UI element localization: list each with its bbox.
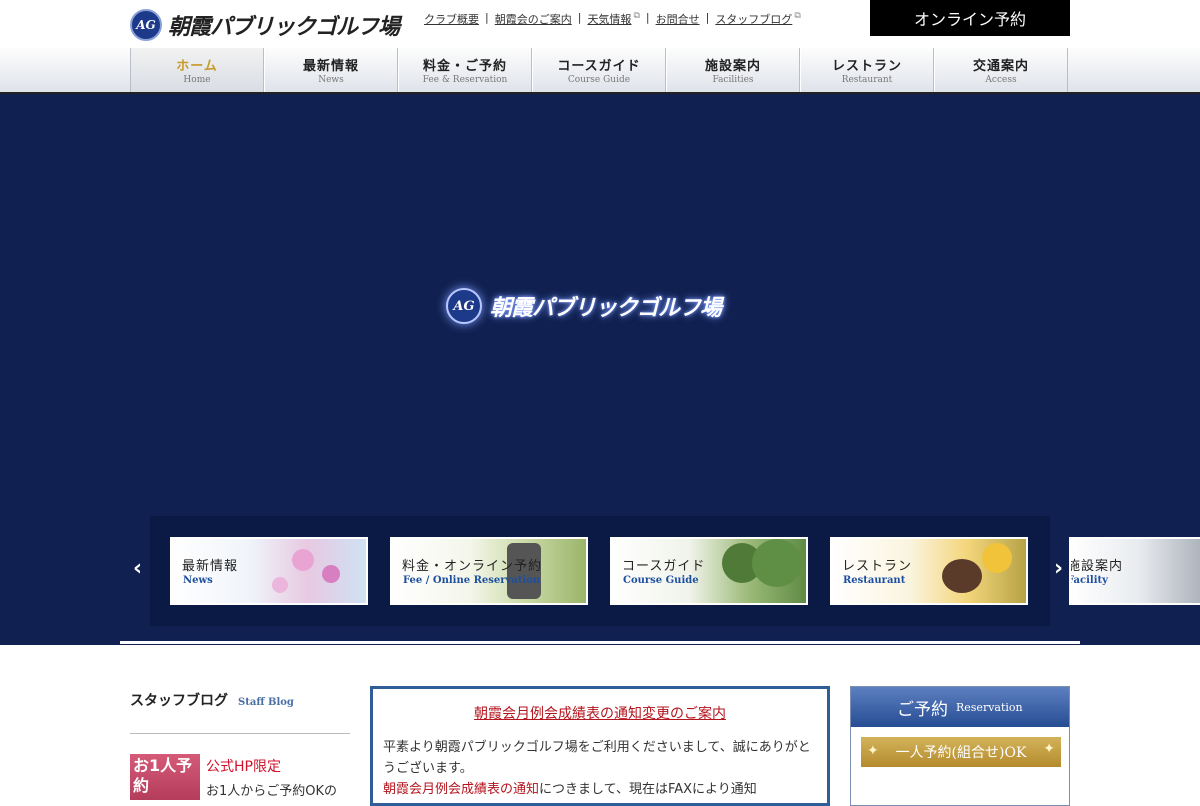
nav-label-en: Access xyxy=(985,75,1017,85)
site-header: AG 朝霞パブリックゴルフ場 クラブ概要 | 朝霞会のご案内 | 天気情報 ⧉ |… xyxy=(0,0,1200,48)
flower-decoration xyxy=(322,565,340,583)
nav-label-en: Course Guide xyxy=(567,75,631,85)
flower-decoration xyxy=(272,577,288,593)
food-decoration xyxy=(942,559,982,593)
single-reservation-label: 一人予約(組合せ)OK xyxy=(895,745,1027,761)
reservation-title: ご予約 xyxy=(897,699,948,720)
blog-post-title[interactable]: 公式HP限定 xyxy=(206,756,281,776)
blog-post-excerpt: お1人からご予約OKの xyxy=(206,784,338,799)
staff-blog-title-en: Staff Blog xyxy=(238,697,294,708)
hero-logo-badge-icon: AG xyxy=(446,288,482,324)
nav-label-jp: 料金・ご予約 xyxy=(422,59,507,74)
food-decoration xyxy=(982,543,1012,573)
hero-logo: AG 朝霞パブリックゴルフ場 xyxy=(446,288,722,324)
nav-label-jp: ホーム xyxy=(176,59,218,74)
carousel-prev-icon[interactable]: ‹ xyxy=(133,556,142,581)
nav-label-en: Facilities xyxy=(712,75,754,85)
notice-body: 平素より朝霞パブリックゴルフ場をご利用くださいまして、誠にありがとうございます。… xyxy=(383,737,823,800)
nav-label-jp: 最新情報 xyxy=(302,59,359,74)
nav-label-en: News xyxy=(318,75,344,85)
divider xyxy=(130,733,350,734)
top-link-contact[interactable]: お問合せ xyxy=(656,11,700,27)
reservation-header: ご予約 Reservation xyxy=(851,687,1069,727)
separator: | xyxy=(485,11,489,24)
nav-label-jp: 交通案内 xyxy=(972,59,1029,74)
card-label-en: Fee / Online Reservation xyxy=(403,575,541,586)
nav-label-en: Home xyxy=(183,75,211,85)
card-label-jp: 最新情報 xyxy=(182,559,239,574)
notice-text: 平素より朝霞パブリックゴルフ場をご利用くださいまして、誠にありがとうございます。 xyxy=(383,740,811,776)
notice-text: につきまして、現在はFAXにより通知 xyxy=(539,782,757,797)
top-links: クラブ概要 | 朝霞会のご案内 | 天気情報 ⧉ | お問合せ | スタッフブログ… xyxy=(424,11,801,27)
main-nav: ホーム Home 最新情報 News 料金・ご予約 Fee & Reservat… xyxy=(130,48,1070,92)
main-nav-bar: ホーム Home 最新情報 News 料金・ご予約 Fee & Reservat… xyxy=(0,48,1200,94)
nav-news[interactable]: 最新情報 News xyxy=(264,48,398,92)
tree-decoration xyxy=(752,539,802,587)
card-label-en: News xyxy=(183,575,213,586)
top-link-club-overview[interactable]: クラブ概要 xyxy=(424,11,479,27)
carousel-card-facility[interactable]: 施設案内 Facility xyxy=(1069,537,1200,605)
carousel-card-restaurant[interactable]: レストラン Restaurant xyxy=(830,537,1028,605)
nav-label-en: Restaurant xyxy=(841,75,893,85)
nav-facilities[interactable]: 施設案内 Facilities xyxy=(666,48,800,92)
card-label-en: Course Guide xyxy=(623,575,699,586)
logo-text: 朝霞パブリックゴルフ場 xyxy=(168,15,400,40)
carousel-card-fee-reservation[interactable]: 料金・オンライン予約 Fee / Online Reservation xyxy=(390,537,588,605)
single-reservation-button[interactable]: ✦ 一人予約(組合せ)OK ✦ xyxy=(861,737,1061,767)
reservation-title-en: Reservation xyxy=(956,700,1023,714)
hero-bottom-divider xyxy=(120,641,1080,644)
top-link-weather[interactable]: 天気情報 xyxy=(587,11,631,27)
card-label-en: Facility xyxy=(1069,575,1108,586)
reservation-panel: ご予約 Reservation ✦ 一人予約(組合せ)OK ✦ xyxy=(850,686,1070,806)
nav-label-jp: 施設案内 xyxy=(704,59,761,74)
card-label-jp: レストラン xyxy=(842,559,913,574)
nav-access[interactable]: 交通案内 Access xyxy=(934,48,1068,92)
carousel-card-news[interactable]: 最新情報 News xyxy=(170,537,368,605)
separator: | xyxy=(645,11,650,24)
separator: | xyxy=(705,11,710,24)
top-link-asaka-kai[interactable]: 朝霞会のご案内 xyxy=(495,11,572,27)
hero-banner: AG 朝霞パブリックゴルフ場 ‹ › 最新情報 News 料金・オンライン予約 … xyxy=(0,94,1200,645)
carousel-next-icon[interactable]: › xyxy=(1054,556,1063,581)
nav-fee-reservation[interactable]: 料金・ご予約 Fee & Reservation xyxy=(398,48,532,92)
carousel-card-course-guide[interactable]: コースガイド Course Guide xyxy=(610,537,808,605)
staff-blog-heading: スタッフブログ Staff Blog xyxy=(130,690,294,710)
sparkle-icon: ✦ xyxy=(1043,741,1055,757)
nav-label-en: Fee & Reservation xyxy=(422,75,508,85)
site-logo[interactable]: AG 朝霞パブリックゴルフ場 xyxy=(130,9,400,41)
hero-logo-text: 朝霞パブリックゴルフ場 xyxy=(490,296,722,321)
top-link-staff-blog[interactable]: スタッフブログ xyxy=(715,11,792,27)
card-label-jp: 施設案内 xyxy=(1069,559,1124,574)
nav-restaurant[interactable]: レストラン Restaurant xyxy=(800,48,934,92)
nav-course-guide[interactable]: コースガイド Course Guide xyxy=(532,48,666,92)
card-label-jp: コースガイド xyxy=(622,559,706,574)
external-link-icon: ⧉ xyxy=(794,11,801,21)
blog-post-thumbnail[interactable]: お1人予約 xyxy=(130,754,200,800)
external-link-icon: ⧉ xyxy=(633,11,640,21)
card-label-jp: 料金・オンライン予約 xyxy=(402,559,543,574)
logo-badge-icon: AG xyxy=(130,9,162,41)
sparkle-icon: ✦ xyxy=(867,743,879,759)
notice-title-link[interactable]: 朝霞会月例会成績表の通知変更のご案内 xyxy=(373,703,827,723)
nav-home[interactable]: ホーム Home xyxy=(130,48,264,92)
flower-decoration xyxy=(292,549,314,571)
staff-blog-title: スタッフブログ xyxy=(130,693,228,709)
online-reservation-button[interactable]: オンライン予約 xyxy=(870,0,1070,36)
nav-label-jp: コースガイド xyxy=(557,59,641,74)
nav-label-jp: レストラン xyxy=(831,59,902,74)
notice-box: 朝霞会月例会成績表の通知変更のご案内 平素より朝霞パブリックゴルフ場をご利用くだ… xyxy=(370,686,830,806)
card-label-en: Restaurant xyxy=(843,575,906,586)
notice-inline-link[interactable]: 朝霞会月例会成績表の通知 xyxy=(383,782,539,797)
separator: | xyxy=(577,11,582,24)
